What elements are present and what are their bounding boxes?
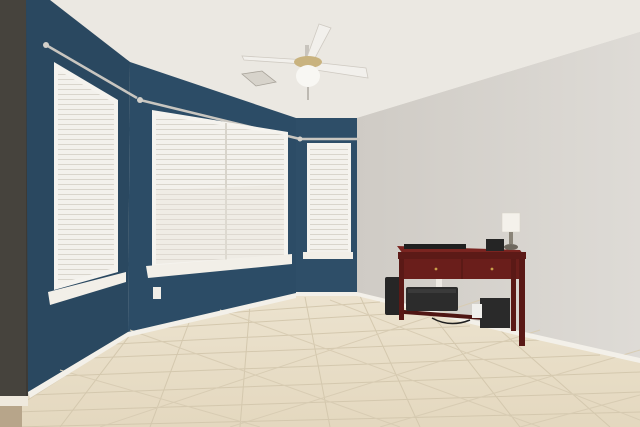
- window-sill: [303, 252, 353, 259]
- window-right: [303, 143, 353, 259]
- window-middle: [146, 110, 292, 278]
- trash-can: [385, 277, 401, 315]
- room-photo: [0, 0, 640, 427]
- wall-outlet: [153, 287, 161, 299]
- window-left: [48, 62, 126, 305]
- router: [480, 298, 510, 328]
- laptop: [404, 244, 466, 249]
- baseboard-right: [296, 292, 357, 296]
- speaker: [486, 239, 504, 251]
